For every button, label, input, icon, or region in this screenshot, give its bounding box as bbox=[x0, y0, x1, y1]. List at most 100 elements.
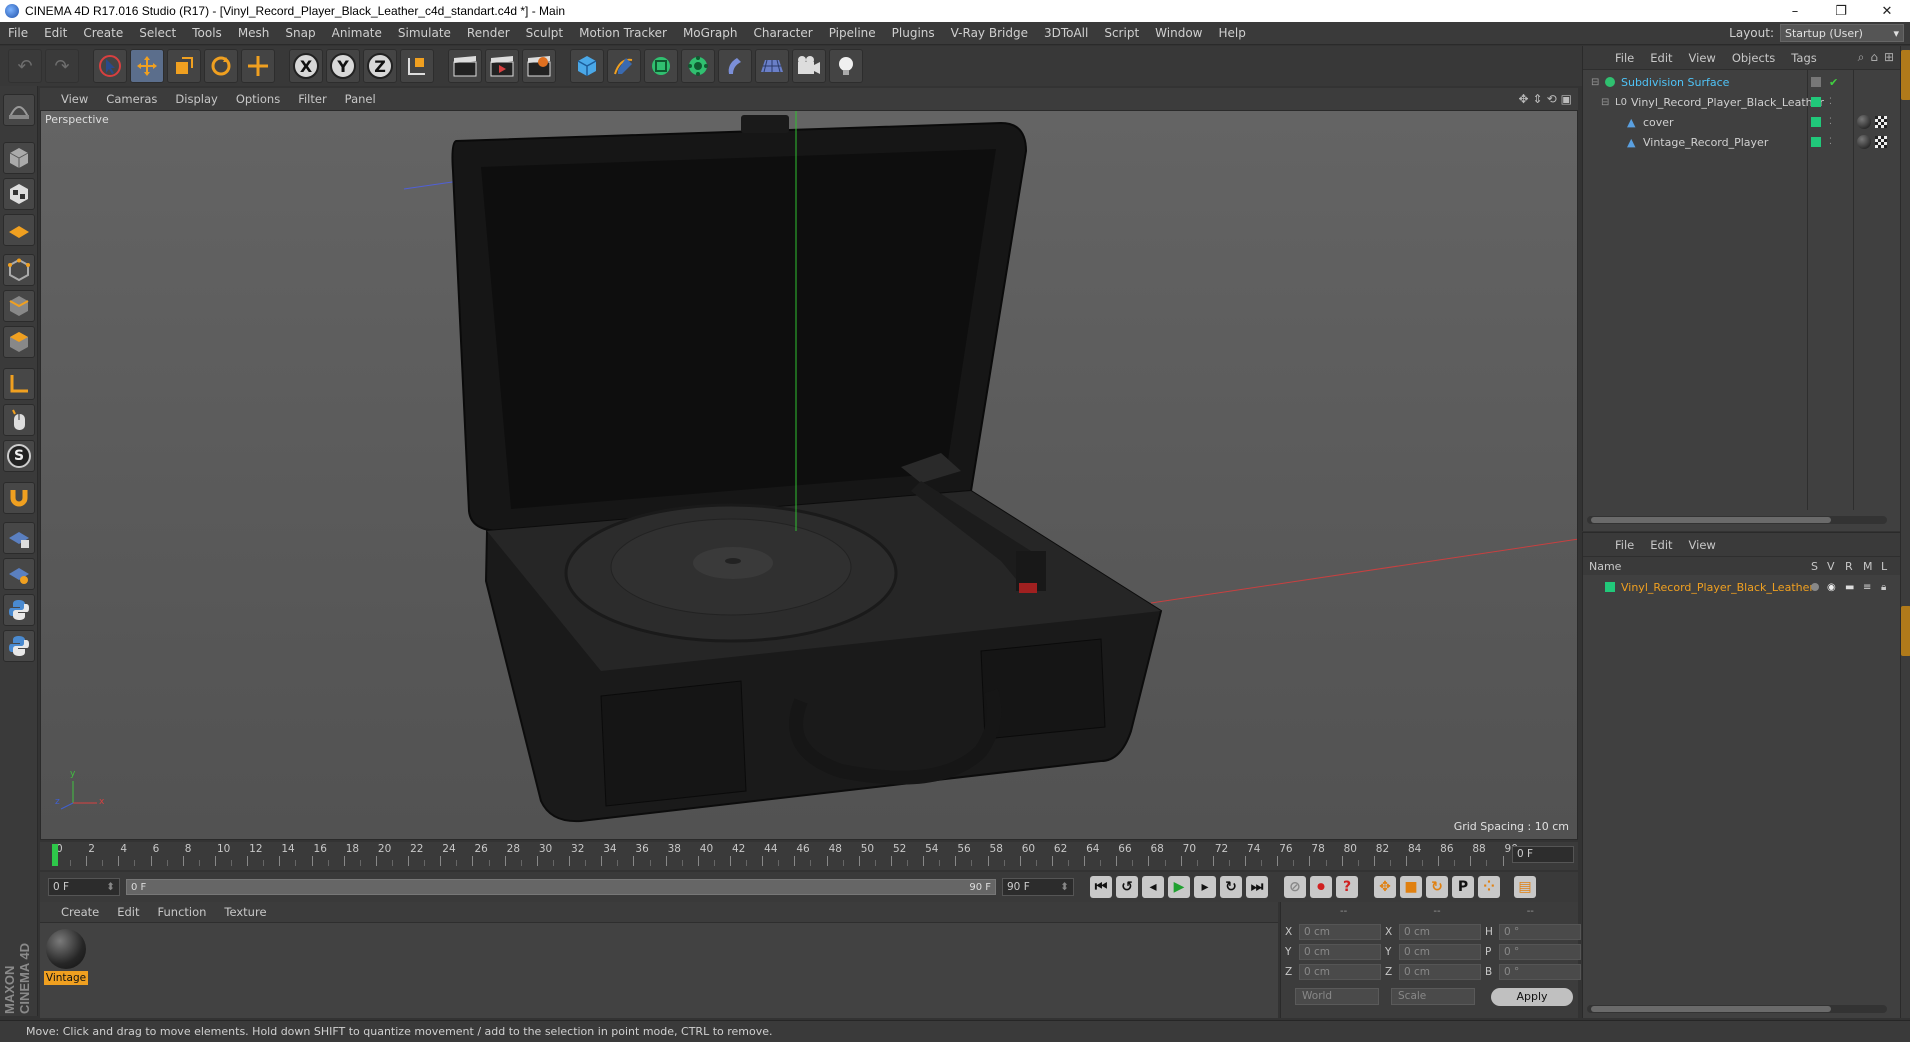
menu-select[interactable]: Select bbox=[131, 26, 184, 40]
menu-file[interactable]: File bbox=[0, 26, 36, 40]
maximize-view-icon[interactable]: ▣ bbox=[1561, 92, 1572, 106]
objects-side-tab[interactable] bbox=[1901, 50, 1910, 100]
collapse-icon[interactable]: ⊟ bbox=[1601, 97, 1609, 108]
checker-tag-icon[interactable] bbox=[1875, 136, 1887, 148]
viewport-menu-view[interactable]: View bbox=[52, 92, 97, 106]
layer-row[interactable]: Vinyl_Record_Player_Black_Leather ◉ ▬ ≡ … bbox=[1583, 577, 1901, 597]
timeline-ruler[interactable]: 0 2 4 6 8 10 12 14 16 18 20 22 24 26 28 30 32 34 36 38 40 42 4… bbox=[48, 842, 1518, 870]
undo-button[interactable]: ↶ bbox=[8, 49, 42, 83]
layout-dropdown[interactable]: Startup (User) ▾ bbox=[1780, 24, 1904, 42]
next-frame-button[interactable]: ▸ bbox=[1192, 875, 1218, 899]
key-rotation-button[interactable]: ↻ bbox=[1424, 875, 1450, 899]
previous-key-button[interactable]: ↺ bbox=[1114, 875, 1140, 899]
menu-create[interactable]: Create bbox=[75, 26, 131, 40]
transform-tool-button[interactable] bbox=[241, 49, 275, 83]
menu-character[interactable]: Character bbox=[745, 26, 820, 40]
home-icon[interactable]: ⌂ bbox=[1870, 50, 1878, 65]
coordinate-system-button[interactable] bbox=[400, 49, 434, 83]
menu-help[interactable]: Help bbox=[1210, 26, 1253, 40]
visibility-dots-icon[interactable]: ⁚ bbox=[1829, 97, 1832, 107]
layer-name[interactable]: Vinyl_Record_Player_Black_Leather bbox=[1621, 581, 1814, 594]
menu-motion-tracker[interactable]: Motion Tracker bbox=[571, 26, 675, 40]
object-row-vinyl-record-player[interactable]: ⊟ L0 Vinyl_Record_Player_Black_Leather ⁚ bbox=[1583, 92, 1901, 112]
object-menu-edit[interactable]: Edit bbox=[1642, 51, 1680, 65]
manager-icon[interactable]: ≡ bbox=[1863, 582, 1871, 593]
object-menu-view[interactable]: View bbox=[1681, 51, 1724, 65]
layer-color-tag[interactable] bbox=[1811, 117, 1821, 127]
material-menu-texture[interactable]: Texture bbox=[215, 905, 275, 919]
previous-frame-button[interactable]: ◂ bbox=[1140, 875, 1166, 899]
rotate-view-icon[interactable]: ⟲ bbox=[1547, 92, 1557, 106]
position-x-field[interactable]: 0 cm bbox=[1299, 924, 1381, 940]
menu-vray-bridge[interactable]: V-Ray Bridge bbox=[943, 26, 1036, 40]
menu-plugins[interactable]: Plugins bbox=[884, 26, 943, 40]
playhead-marker[interactable] bbox=[52, 844, 58, 866]
add-spline-button[interactable] bbox=[607, 49, 641, 83]
python-console-button[interactable] bbox=[3, 630, 35, 662]
magnet-tool-button[interactable] bbox=[3, 482, 35, 514]
key-parameter-button[interactable]: P bbox=[1450, 875, 1476, 899]
menu-snap[interactable]: Snap bbox=[277, 26, 323, 40]
menu-pipeline[interactable]: Pipeline bbox=[821, 26, 884, 40]
material-swatch[interactable]: Vintage bbox=[44, 929, 88, 985]
object-manager-scrollbar[interactable] bbox=[1587, 516, 1887, 524]
redo-button[interactable]: ↷ bbox=[45, 49, 79, 83]
viewport-menu-display[interactable]: Display bbox=[166, 92, 226, 106]
material-menu-function[interactable]: Function bbox=[149, 905, 216, 919]
add-subdivision-button[interactable] bbox=[644, 49, 678, 83]
object-menu-tags[interactable]: Tags bbox=[1783, 51, 1824, 65]
make-editable-button[interactable] bbox=[3, 94, 35, 126]
menu-script[interactable]: Script bbox=[1096, 26, 1147, 40]
coordinate-type-dropdown[interactable]: Scale bbox=[1391, 988, 1475, 1005]
render-settings-button[interactable] bbox=[522, 49, 556, 83]
3d-viewport[interactable]: Perspective y x z Grid Spacing: 10 cm bbox=[40, 110, 1578, 840]
coordinate-mode-dropdown[interactable]: World bbox=[1295, 988, 1379, 1005]
x-axis-lock-button[interactable]: X bbox=[289, 49, 323, 83]
z-axis-lock-button[interactable]: Z bbox=[363, 49, 397, 83]
add-camera-button[interactable] bbox=[792, 49, 826, 83]
menu-simulate[interactable]: Simulate bbox=[390, 26, 459, 40]
add-floor-button[interactable] bbox=[755, 49, 789, 83]
move-tool-button[interactable] bbox=[130, 49, 164, 83]
solo-dot-icon[interactable] bbox=[1811, 583, 1819, 591]
layer-color-tag[interactable] bbox=[1811, 137, 1821, 147]
next-key-button[interactable]: ↻ bbox=[1218, 875, 1244, 899]
y-axis-lock-button[interactable]: Y bbox=[326, 49, 360, 83]
checkmark-icon[interactable]: ✔ bbox=[1829, 76, 1838, 89]
menu-render[interactable]: Render bbox=[459, 26, 518, 40]
python-script-button[interactable] bbox=[3, 594, 35, 626]
tweak-mode-button[interactable] bbox=[3, 404, 35, 436]
layers-side-tab[interactable] bbox=[1901, 606, 1910, 656]
dolly-view-icon[interactable]: ⇕ bbox=[1533, 92, 1543, 106]
texture-mode-button[interactable] bbox=[3, 178, 35, 210]
render-view-button[interactable] bbox=[448, 49, 482, 83]
snap-button[interactable]: S bbox=[3, 440, 35, 472]
rotation-b-field[interactable]: 0 ° bbox=[1499, 964, 1581, 980]
collapse-icon[interactable]: ⊟ bbox=[1591, 77, 1599, 88]
menu-edit[interactable]: Edit bbox=[36, 26, 75, 40]
workplane-mode-button[interactable] bbox=[3, 214, 35, 246]
current-frame-field[interactable]: 0 F bbox=[1512, 846, 1574, 863]
menu-3dtoall[interactable]: 3DToAll bbox=[1036, 26, 1096, 40]
rotate-tool-button[interactable] bbox=[204, 49, 238, 83]
timeline-window-button[interactable]: ▤ bbox=[1512, 875, 1538, 899]
lock-workplane-button[interactable] bbox=[3, 522, 35, 554]
record-keys-button[interactable]: ⊘ bbox=[1282, 875, 1308, 899]
material-menu-edit[interactable]: Edit bbox=[108, 905, 148, 919]
add-deformer-button[interactable] bbox=[718, 49, 752, 83]
viewport-menu-panel[interactable]: Panel bbox=[336, 92, 385, 106]
add-cube-button[interactable] bbox=[570, 49, 604, 83]
key-scale-button[interactable]: ■ bbox=[1398, 875, 1424, 899]
edges-mode-button[interactable] bbox=[3, 290, 35, 322]
menu-animate[interactable]: Animate bbox=[324, 26, 390, 40]
menu-mograph[interactable]: MoGraph bbox=[675, 26, 746, 40]
material-tag-icon[interactable] bbox=[1857, 135, 1871, 149]
expand-icon[interactable]: ⊞ bbox=[1884, 50, 1894, 65]
viewport-menu-options[interactable]: Options bbox=[227, 92, 289, 106]
object-row-subdivision[interactable]: ⊟ Subdivision Surface ✔ bbox=[1583, 72, 1901, 92]
live-selection-button[interactable] bbox=[93, 49, 127, 83]
search-icon[interactable]: ⌕ bbox=[1858, 50, 1865, 65]
points-mode-button[interactable] bbox=[3, 254, 35, 286]
minimize-button[interactable]: – bbox=[1772, 0, 1818, 22]
key-position-button[interactable]: ✥ bbox=[1372, 875, 1398, 899]
